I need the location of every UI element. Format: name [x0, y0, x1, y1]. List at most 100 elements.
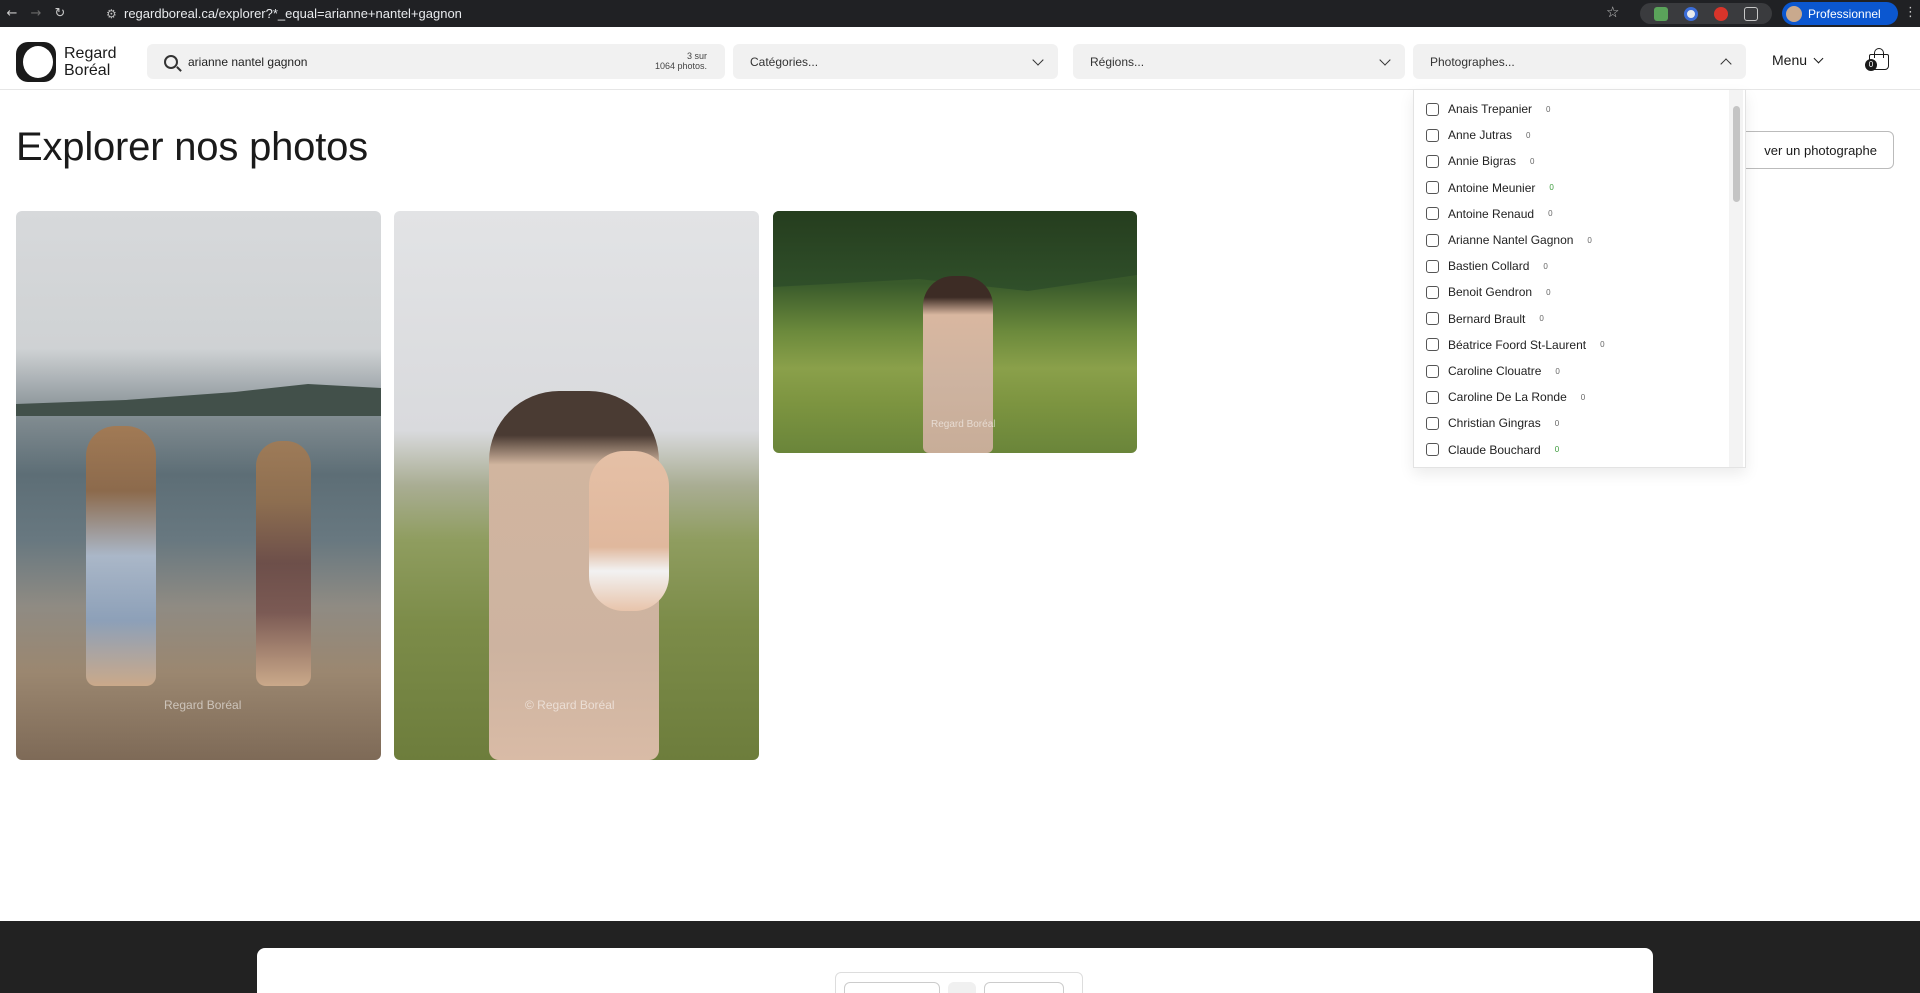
photographer-option[interactable]: Claude Grenier0 — [1426, 467, 1548, 468]
photographer-option[interactable]: Claude Bouchard 0 — [1426, 441, 1559, 459]
chevron-down-icon — [1032, 54, 1044, 66]
cart-count-badge: 0 — [1865, 59, 1877, 71]
checkbox[interactable] — [1426, 285, 1439, 299]
search-input[interactable] — [188, 54, 608, 69]
checkbox[interactable] — [1426, 207, 1439, 221]
photo-count: 0 — [1530, 156, 1535, 166]
photographer-option[interactable]: Antoine Meunier 0 — [1426, 179, 1554, 197]
checkbox[interactable] — [1426, 416, 1439, 430]
regions-placeholder: Régions... — [1090, 54, 1145, 69]
logo-text-line1: Regard — [64, 45, 117, 62]
photo-count: 0 — [1555, 366, 1560, 376]
logo-mark — [16, 42, 56, 82]
photo-count: 0 — [1600, 340, 1605, 350]
photographer-option[interactable]: Béatrice Foord St-Laurent 0 — [1426, 336, 1605, 354]
photographer-option[interactable]: Christian Gingras 0 — [1426, 414, 1559, 432]
photographer-option[interactable]: Caroline Clouatre 0 — [1426, 362, 1560, 380]
photographer-option[interactable]: Anais Trepanier 0 — [1426, 100, 1551, 118]
reload-icon[interactable]: ↻ — [48, 0, 72, 27]
extension-icon[interactable] — [1714, 6, 1728, 21]
extension-icon[interactable] — [1654, 6, 1668, 21]
chevron-down-icon — [1379, 54, 1391, 66]
pagination-button[interactable] — [948, 982, 976, 993]
photographer-name: Béatrice Foord St-Laurent — [1448, 337, 1587, 352]
chevron-up-icon — [1720, 58, 1732, 70]
photographer-name: Bernard Brault — [1448, 311, 1526, 326]
photographer-option[interactable]: Annie Bigras 0 — [1426, 152, 1535, 170]
photographer-option[interactable]: Anne Jutras 0 — [1426, 126, 1531, 144]
photographer-name: Antoine Renaud — [1448, 206, 1535, 221]
scrollbar-thumb[interactable] — [1733, 106, 1740, 202]
photographer-name: Anne Jutras — [1448, 128, 1513, 143]
extension-icon[interactable] — [1684, 6, 1698, 21]
photographer-name: Caroline De La Ronde — [1448, 390, 1567, 405]
photo-card-mother-baby-field[interactable]: © Regard Boréal — [394, 211, 759, 760]
checkbox[interactable] — [1426, 312, 1439, 326]
bookmark-star-icon[interactable]: ☆ — [1606, 3, 1619, 21]
pagination-button[interactable] — [844, 982, 940, 993]
photo-count: 0 — [1549, 183, 1554, 193]
photo-card-children-beach[interactable]: Regard Boréal — [16, 211, 381, 760]
photographer-option[interactable]: Bernard Brault 0 — [1426, 310, 1544, 328]
extensions-area — [1640, 3, 1772, 24]
categories-placeholder: Catégories... — [750, 54, 819, 69]
photo-count: 0 — [1546, 287, 1551, 297]
page-title: Explorer nos photos — [16, 125, 368, 169]
categories-dropdown[interactable]: Catégories... — [733, 44, 1058, 79]
photographer-name: Annie Bigras — [1448, 154, 1517, 169]
photo-count: 0 — [1548, 209, 1553, 219]
browser-toolbar: ← → ↻ ⚙ regardboreal.ca/explorer?*_equal… — [0, 0, 1920, 27]
checkbox[interactable] — [1426, 154, 1439, 168]
photographer-option[interactable]: Benoit Gendron 0 — [1426, 283, 1551, 301]
photographer-option[interactable]: Arianne Nantel Gagnon 0 — [1426, 231, 1592, 249]
site-logo[interactable]: Regard Boréal — [16, 42, 116, 82]
checkbox[interactable] — [1426, 338, 1439, 352]
photographer-name: Christian Gingras — [1448, 416, 1541, 431]
pagination — [835, 972, 1083, 993]
browser-menu-icon[interactable]: ⋮ — [1904, 5, 1917, 20]
site-settings-icon[interactable]: ⚙ — [106, 7, 124, 21]
extensions-puzzle-icon[interactable] — [1744, 6, 1758, 21]
profile-button[interactable]: Professionnel — [1782, 2, 1898, 25]
watermark: © Regard Boréal — [525, 698, 615, 712]
photographers-placeholder: Photographes... — [1430, 54, 1515, 69]
photographer-name: Bastien Collard — [1448, 259, 1530, 274]
photographer-option[interactable]: Bastien Collard 0 — [1426, 257, 1548, 275]
photographer-name: Antoine Meunier — [1448, 180, 1536, 195]
photo-count: 0 — [1543, 261, 1548, 271]
photographer-option[interactable]: Antoine Renaud 0 — [1426, 205, 1553, 223]
profile-label: Professionnel — [1808, 6, 1881, 21]
back-icon[interactable]: ← — [0, 0, 24, 27]
checkbox[interactable] — [1426, 443, 1439, 457]
photo-count: 0 — [1580, 392, 1586, 402]
pagination-button[interactable] — [984, 982, 1064, 993]
url-text: regardboreal.ca/explorer?*_equal=arianne… — [124, 6, 462, 21]
checkbox[interactable] — [1426, 364, 1439, 378]
address-bar[interactable]: ⚙ regardboreal.ca/explorer?*_equal=arian… — [98, 3, 1628, 24]
photographer-name: Arianne Nantel Gagnon — [1448, 233, 1574, 247]
scrollbar[interactable] — [1729, 90, 1743, 467]
photo-card-mother-meadow[interactable]: Regard Boréal — [773, 211, 1137, 453]
checkbox[interactable] — [1426, 102, 1439, 116]
forward-icon[interactable]: → — [24, 0, 48, 27]
logo-text-line2: Boréal — [64, 62, 111, 79]
photographers-dropdown-panel: Anais Trepanier 0 Anne Jutras 0 Annie Bigras… — [1413, 90, 1746, 468]
cart-button[interactable]: 0 — [1865, 47, 1892, 71]
checkbox[interactable] — [1426, 181, 1439, 195]
photographer-option[interactable]: Caroline De La Ronde 0 — [1426, 388, 1585, 406]
search-icon — [164, 54, 178, 69]
regions-dropdown[interactable]: Régions... — [1073, 44, 1405, 79]
checkbox[interactable] — [1426, 128, 1439, 142]
checkbox[interactable] — [1426, 233, 1439, 247]
chevron-down-icon — [1813, 53, 1824, 63]
search-bar: 3 sur 1064 photos. — [147, 44, 725, 79]
site-footer — [0, 921, 1920, 993]
photographer-name: Benoit Gendron — [1448, 285, 1533, 300]
photographers-dropdown[interactable]: Photographes... — [1413, 44, 1746, 79]
checkbox[interactable] — [1426, 390, 1439, 404]
photo-count: 0 — [1587, 235, 1592, 245]
menu-label: Menu — [1772, 52, 1808, 68]
menu-button[interactable]: Menu — [1772, 52, 1824, 68]
watermark: Regard Boréal — [164, 698, 242, 712]
checkbox[interactable] — [1426, 259, 1439, 273]
